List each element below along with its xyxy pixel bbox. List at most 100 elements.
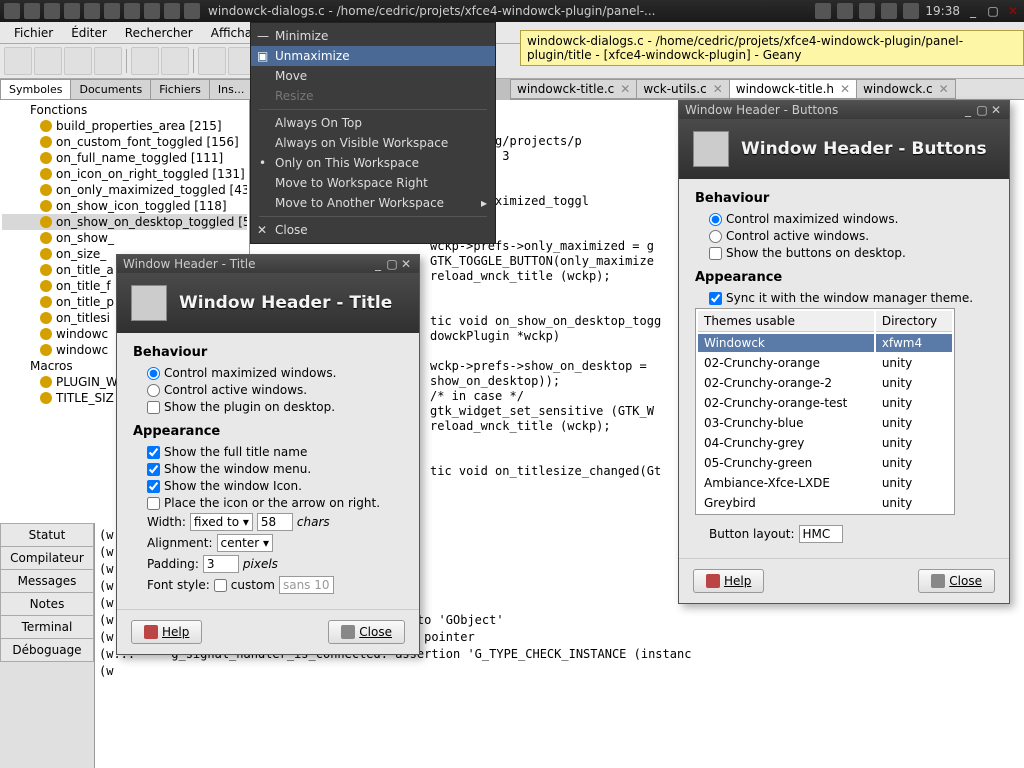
icon-on-right-check[interactable]: [147, 497, 160, 510]
font-chooser-button[interactable]: sans 10: [279, 576, 334, 594]
control-maximized-radio[interactable]: [709, 213, 722, 226]
context-menu-item[interactable]: Always on Visible Workspace: [251, 133, 495, 153]
context-menu-item[interactable]: —Minimize: [251, 26, 495, 46]
toolbar-saveall[interactable]: [94, 47, 122, 75]
tray-icon[interactable]: [815, 3, 831, 19]
context-menu-item[interactable]: ✕Close: [251, 220, 495, 240]
themes-table[interactable]: Themes usableDirectory Windowckxfwm4 02-C…: [695, 308, 955, 515]
dialog-title-text: Window Header - Title: [123, 257, 256, 271]
volume-icon[interactable]: [903, 3, 919, 19]
sidebar-tab-symbols[interactable]: Symboles: [0, 79, 71, 99]
toolbar-save[interactable]: [64, 47, 92, 75]
context-menu-item[interactable]: Only on This Workspace: [251, 153, 495, 173]
close-button[interactable]: Close: [918, 569, 995, 593]
alignment-select[interactable]: center ▾: [217, 534, 273, 552]
keyboard-icon: [693, 131, 729, 167]
sync-theme-check[interactable]: [709, 292, 722, 305]
tree-function[interactable]: build_properties_area [215]: [2, 118, 247, 134]
tray-icon[interactable]: [881, 3, 897, 19]
close-button[interactable]: ✕: [1006, 4, 1020, 18]
editor-tab[interactable]: windowck-title.h✕: [729, 79, 857, 99]
font-custom-check[interactable]: [214, 579, 227, 592]
show-window-menu-check[interactable]: [147, 463, 160, 476]
panel-clock[interactable]: 19:38: [925, 4, 960, 18]
tab-close-icon[interactable]: ✕: [620, 82, 630, 96]
width-mode-select[interactable]: fixed to ▾: [190, 513, 253, 531]
editor-tab[interactable]: windowck-title.c✕: [510, 79, 637, 99]
theme-row[interactable]: 04-Crunchy-greyunity: [698, 434, 952, 452]
theme-row[interactable]: Ambiance-Xfce-LXDEunity: [698, 474, 952, 492]
tree-group[interactable]: Fonctions: [2, 102, 247, 118]
theme-row[interactable]: 03-Crunchy-blueunity: [698, 414, 952, 432]
help-button[interactable]: Help: [693, 569, 764, 593]
show-buttons-desktop-check[interactable]: [709, 247, 722, 260]
panel-window-title[interactable]: windowck-dialogs.c - /home/cedric/projet…: [200, 4, 815, 18]
toolbar-back[interactable]: [198, 47, 226, 75]
minimize-button[interactable]: _: [966, 4, 980, 18]
width-value-input[interactable]: [257, 513, 293, 531]
bottom-tab[interactable]: Terminal: [0, 615, 94, 639]
tree-function[interactable]: on_show_icon_toggled [118]: [2, 198, 247, 214]
menu-edit[interactable]: Éditer: [63, 24, 115, 42]
control-active-radio[interactable]: [709, 230, 722, 243]
theme-row[interactable]: 02-Crunchy-orange-2unity: [698, 374, 952, 392]
help-button[interactable]: Help: [131, 620, 202, 644]
editor-tab[interactable]: windowck.c✕: [856, 79, 956, 99]
theme-row[interactable]: 02-Crunchy-orangeunity: [698, 354, 952, 372]
control-maximized-radio[interactable]: [147, 367, 160, 380]
sidebar-tab-files[interactable]: Fichiers: [150, 79, 210, 99]
bottom-tab[interactable]: Compilateur: [0, 546, 94, 570]
close-button[interactable]: Close: [328, 620, 405, 644]
editor-tab[interactable]: wck-utils.c✕: [636, 79, 729, 99]
bottom-tab[interactable]: Statut: [0, 523, 94, 547]
menu-file[interactable]: Fichier: [6, 24, 61, 42]
padding-input[interactable]: [203, 555, 239, 573]
menu-search[interactable]: Rechercher: [117, 24, 201, 42]
control-maximized-label: Control maximized windows.: [726, 212, 898, 226]
theme-row[interactable]: 05-Crunchy-greenunity: [698, 454, 952, 472]
toolbar-reload[interactable]: [131, 47, 159, 75]
button-layout-input[interactable]: [799, 525, 843, 543]
tray-icon[interactable]: [859, 3, 875, 19]
context-menu-item[interactable]: ▣Unmaximize: [251, 46, 495, 66]
sidebar-tab-documents[interactable]: Documents: [70, 79, 151, 99]
dialog-minimize-button[interactable]: _: [961, 103, 975, 117]
show-window-icon-check[interactable]: [147, 480, 160, 493]
tree-function[interactable]: on_show_on_desktop_toggled [50]: [2, 214, 247, 230]
context-menu-item[interactable]: Always On Top: [251, 113, 495, 133]
maximize-button[interactable]: ▢: [986, 4, 1000, 18]
dialog-close-button[interactable]: ✕: [399, 257, 413, 271]
themes-col-name[interactable]: Themes usable: [698, 311, 874, 332]
tray-icon[interactable]: [837, 3, 853, 19]
sidebar-tab-more[interactable]: Ins...: [209, 79, 253, 99]
theme-row[interactable]: Greybirdunity: [698, 494, 952, 512]
context-menu-item[interactable]: Move to Another Workspace▸: [251, 193, 495, 213]
dialog-maximize-button[interactable]: ▢: [975, 103, 989, 117]
show-full-title-check[interactable]: [147, 446, 160, 459]
bottom-tab[interactable]: Messages: [0, 569, 94, 593]
tree-function[interactable]: on_custom_font_toggled [156]: [2, 134, 247, 150]
tab-close-icon[interactable]: ✕: [939, 82, 949, 96]
dialog-close-button[interactable]: ✕: [989, 103, 1003, 117]
toolbar-close[interactable]: [161, 47, 189, 75]
bottom-tab[interactable]: Notes: [0, 592, 94, 616]
toolbar-new[interactable]: [4, 47, 32, 75]
theme-row[interactable]: Windowckxfwm4: [698, 334, 952, 352]
themes-col-dir[interactable]: Directory: [876, 311, 952, 332]
control-active-radio[interactable]: [147, 384, 160, 397]
tab-close-icon[interactable]: ✕: [840, 82, 850, 96]
tree-function[interactable]: on_full_name_toggled [111]: [2, 150, 247, 166]
tree-function[interactable]: on_icon_on_right_toggled [131]: [2, 166, 247, 182]
tree-function[interactable]: on_only_maximized_toggled [43]: [2, 182, 247, 198]
bottom-tab[interactable]: Déboguage: [0, 638, 94, 662]
show-plugin-desktop-check[interactable]: [147, 401, 160, 414]
context-menu-item[interactable]: Move: [251, 66, 495, 86]
tree-function[interactable]: on_show_: [2, 230, 247, 246]
toolbar-open[interactable]: [34, 47, 62, 75]
context-menu-item[interactable]: Move to Workspace Right: [251, 173, 495, 193]
tab-close-icon[interactable]: ✕: [713, 82, 723, 96]
dialog-maximize-button[interactable]: ▢: [385, 257, 399, 271]
theme-row[interactable]: 02-Crunchy-orange-testunity: [698, 394, 952, 412]
dialog-minimize-button[interactable]: _: [371, 257, 385, 271]
panel-launchers[interactable]: [4, 3, 200, 19]
